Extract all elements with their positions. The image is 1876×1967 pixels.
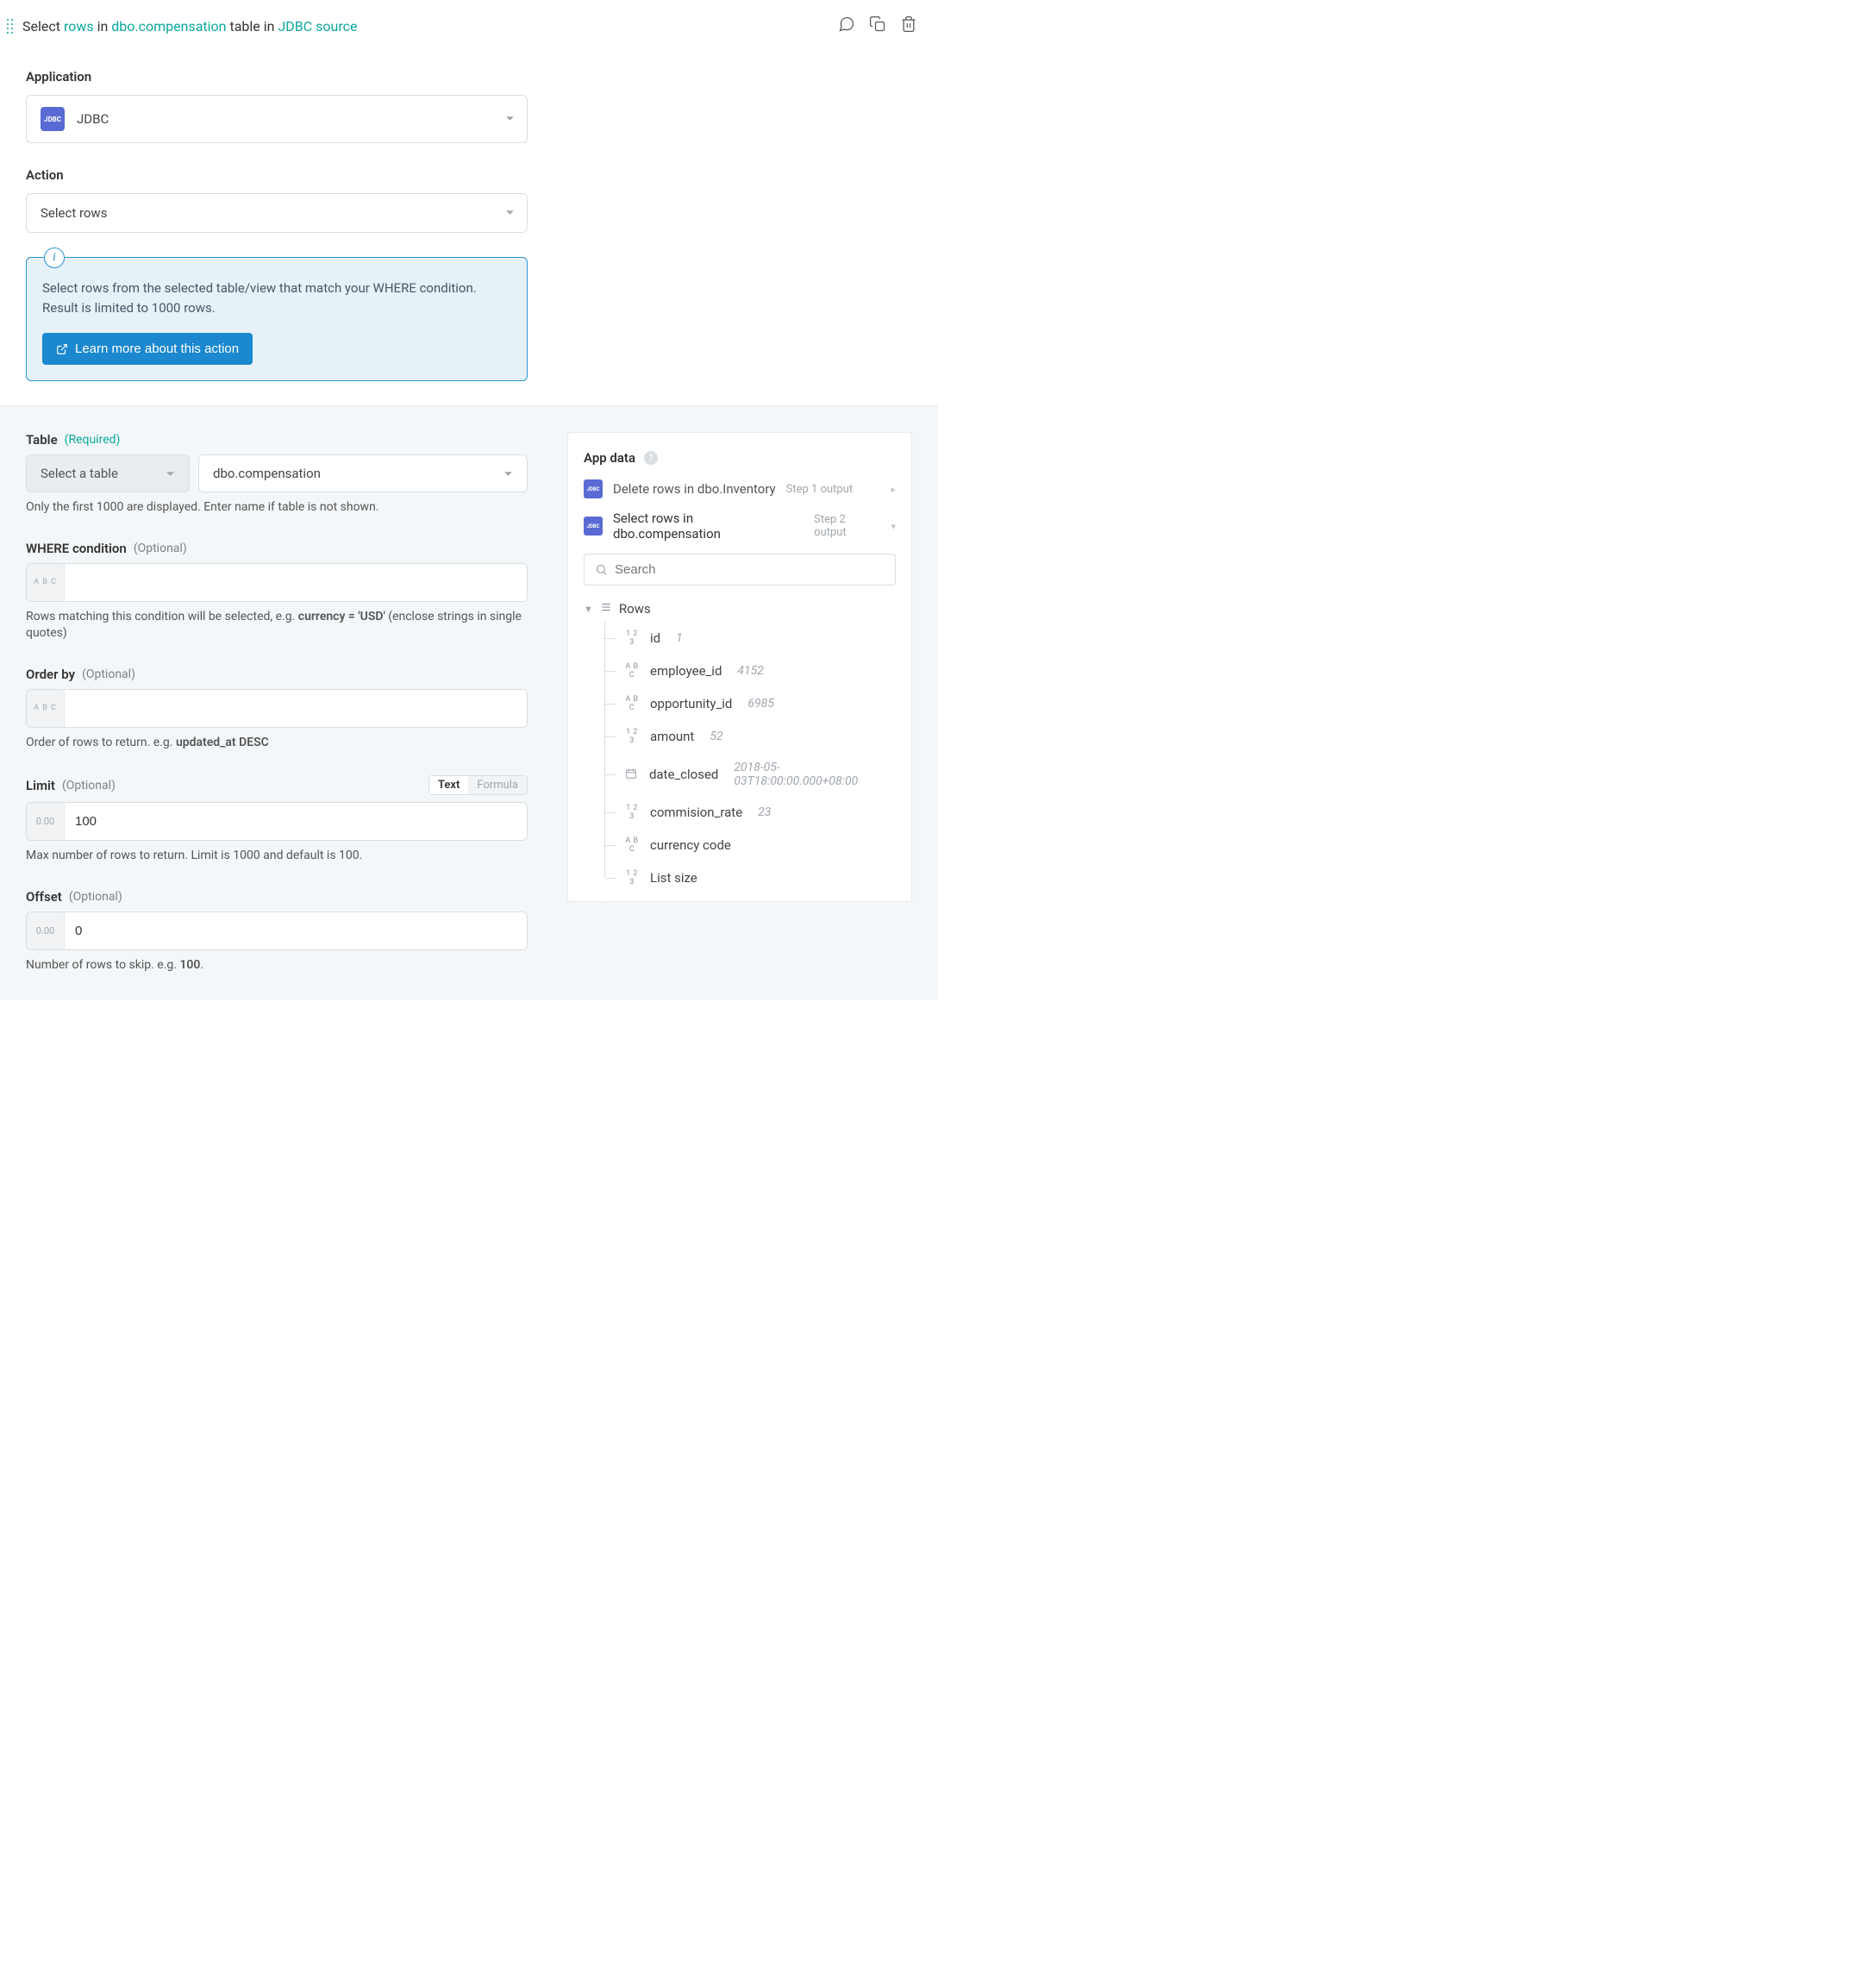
abc-icon: A B C — [27, 564, 65, 601]
offset-input[interactable] — [65, 912, 527, 949]
tree-field[interactable]: 1 2 3 commision_rate 23 — [605, 796, 896, 829]
limit-input[interactable] — [65, 803, 527, 840]
field-value: 1 — [676, 631, 683, 645]
search-input[interactable] — [615, 562, 885, 577]
app-data-panel: App data ? JDBC Delete rows in dbo.Inven… — [567, 432, 912, 902]
chevron-down-icon — [505, 205, 515, 221]
output-step-2[interactable]: JDBC Select rows in dbo.compensation Ste… — [584, 511, 896, 542]
search-box[interactable] — [584, 554, 896, 586]
field-name: currency code — [650, 837, 731, 853]
header-title: Select rows in dbo.compensation table in… — [22, 18, 838, 34]
text-formula-toggle[interactable]: Text Formula — [428, 775, 528, 795]
text-type-icon: A B C — [622, 836, 641, 854]
help-icon[interactable]: ? — [644, 451, 658, 465]
source-link[interactable]: JDBC source — [278, 18, 357, 34]
limit-label: Limit — [26, 778, 55, 793]
app-data-title: App data — [584, 450, 635, 466]
number-icon: 0.00 — [27, 912, 65, 949]
tree-root[interactable]: ▼ Rows — [584, 596, 896, 622]
number-type-icon: 1 2 3 — [622, 728, 641, 745]
where-label: WHERE condition — [26, 541, 127, 556]
field-name: opportunity_id — [650, 696, 732, 711]
copy-icon[interactable] — [869, 16, 886, 36]
chevron-down-icon: ▼ — [584, 604, 593, 615]
action-select[interactable]: Select rows — [26, 193, 528, 233]
calendar-icon — [622, 767, 641, 782]
limit-help: Max number of rows to return. Limit is 1… — [26, 848, 528, 865]
info-text: Select rows from the selected table/view… — [42, 279, 511, 317]
application-label: Application — [26, 69, 912, 85]
field-value: 52 — [710, 730, 722, 743]
drag-handle-icon[interactable] — [7, 19, 14, 34]
action-label: Action — [26, 167, 912, 183]
number-type-icon: 1 2 3 — [622, 804, 641, 821]
tree-field[interactable]: 1 2 3 amount 52 — [605, 720, 896, 753]
table-value-select[interactable]: dbo.compensation — [198, 454, 528, 492]
tree-field[interactable]: 1 2 3 List size — [605, 861, 896, 894]
field-name: id — [650, 630, 660, 646]
delete-icon[interactable] — [900, 16, 917, 36]
learn-more-button[interactable]: Learn more about this action — [42, 333, 253, 365]
output-step-1[interactable]: JDBC Delete rows in dbo.Inventory Step 1… — [584, 479, 896, 498]
info-callout: i Select rows from the selected table/vi… — [26, 257, 528, 381]
field-name: commision_rate — [650, 805, 742, 820]
offset-help: Number of rows to skip. e.g. 100. — [26, 957, 528, 974]
tree-field[interactable]: A B C currency code — [605, 829, 896, 861]
tree-field[interactable]: A B C employee_id 4152 — [605, 655, 896, 687]
field-value: 6985 — [747, 697, 774, 711]
field-value: 4152 — [737, 664, 764, 678]
application-select[interactable]: JDBC JDBC — [26, 95, 528, 143]
tree-field[interactable]: date_closed 2018-05-03T18:00:00.000+08:00 — [605, 753, 896, 796]
header-bar: Select rows in dbo.compensation table in… — [0, 0, 938, 52]
abc-icon: A B C — [27, 690, 65, 727]
jdbc-badge-icon: JDBC — [584, 517, 603, 536]
field-name: List size — [650, 870, 697, 886]
chevron-down-icon — [505, 111, 515, 127]
field-value: 23 — [758, 805, 771, 819]
field-value: 2018-05-03T18:00:00.000+08:00 — [734, 761, 896, 788]
search-icon — [595, 563, 608, 576]
tree-field[interactable]: 1 2 3 id 1 — [605, 622, 896, 655]
orderby-input[interactable] — [65, 690, 527, 727]
where-help: Rows matching this condition will be sel… — [26, 609, 528, 642]
field-name: date_closed — [649, 767, 718, 782]
chevron-down-icon: ▾ — [891, 521, 896, 532]
rows-link[interactable]: rows — [64, 18, 94, 34]
table-label: Table — [26, 432, 58, 448]
offset-label: Offset — [26, 889, 62, 905]
text-type-icon: A B C — [622, 662, 641, 680]
number-type-icon: 1 2 3 — [622, 630, 641, 647]
text-type-icon: A B C — [622, 695, 641, 712]
field-name: employee_id — [650, 663, 722, 679]
number-icon: 0.00 — [27, 803, 65, 840]
jdbc-badge-icon: JDBC — [584, 479, 603, 498]
jdbc-badge-icon: JDBC — [41, 107, 65, 131]
tree-field[interactable]: A B C opportunity_id 6985 — [605, 687, 896, 720]
comment-icon[interactable] — [838, 16, 855, 36]
table-link[interactable]: dbo.compensation — [111, 18, 226, 34]
number-type-icon: 1 2 3 — [622, 869, 641, 886]
orderby-label: Order by — [26, 667, 75, 682]
required-label: (Required) — [65, 433, 121, 447]
where-input[interactable] — [65, 564, 527, 601]
field-name: amount — [650, 729, 694, 744]
info-icon: i — [44, 247, 65, 268]
orderby-help: Order of rows to return. e.g. updated_at… — [26, 735, 528, 752]
table-mode-select[interactable]: Select a table — [26, 454, 190, 492]
chevron-right-icon: ▸ — [891, 484, 896, 495]
list-icon — [600, 601, 612, 617]
table-help: Only the first 1000 are displayed. Enter… — [26, 499, 528, 517]
